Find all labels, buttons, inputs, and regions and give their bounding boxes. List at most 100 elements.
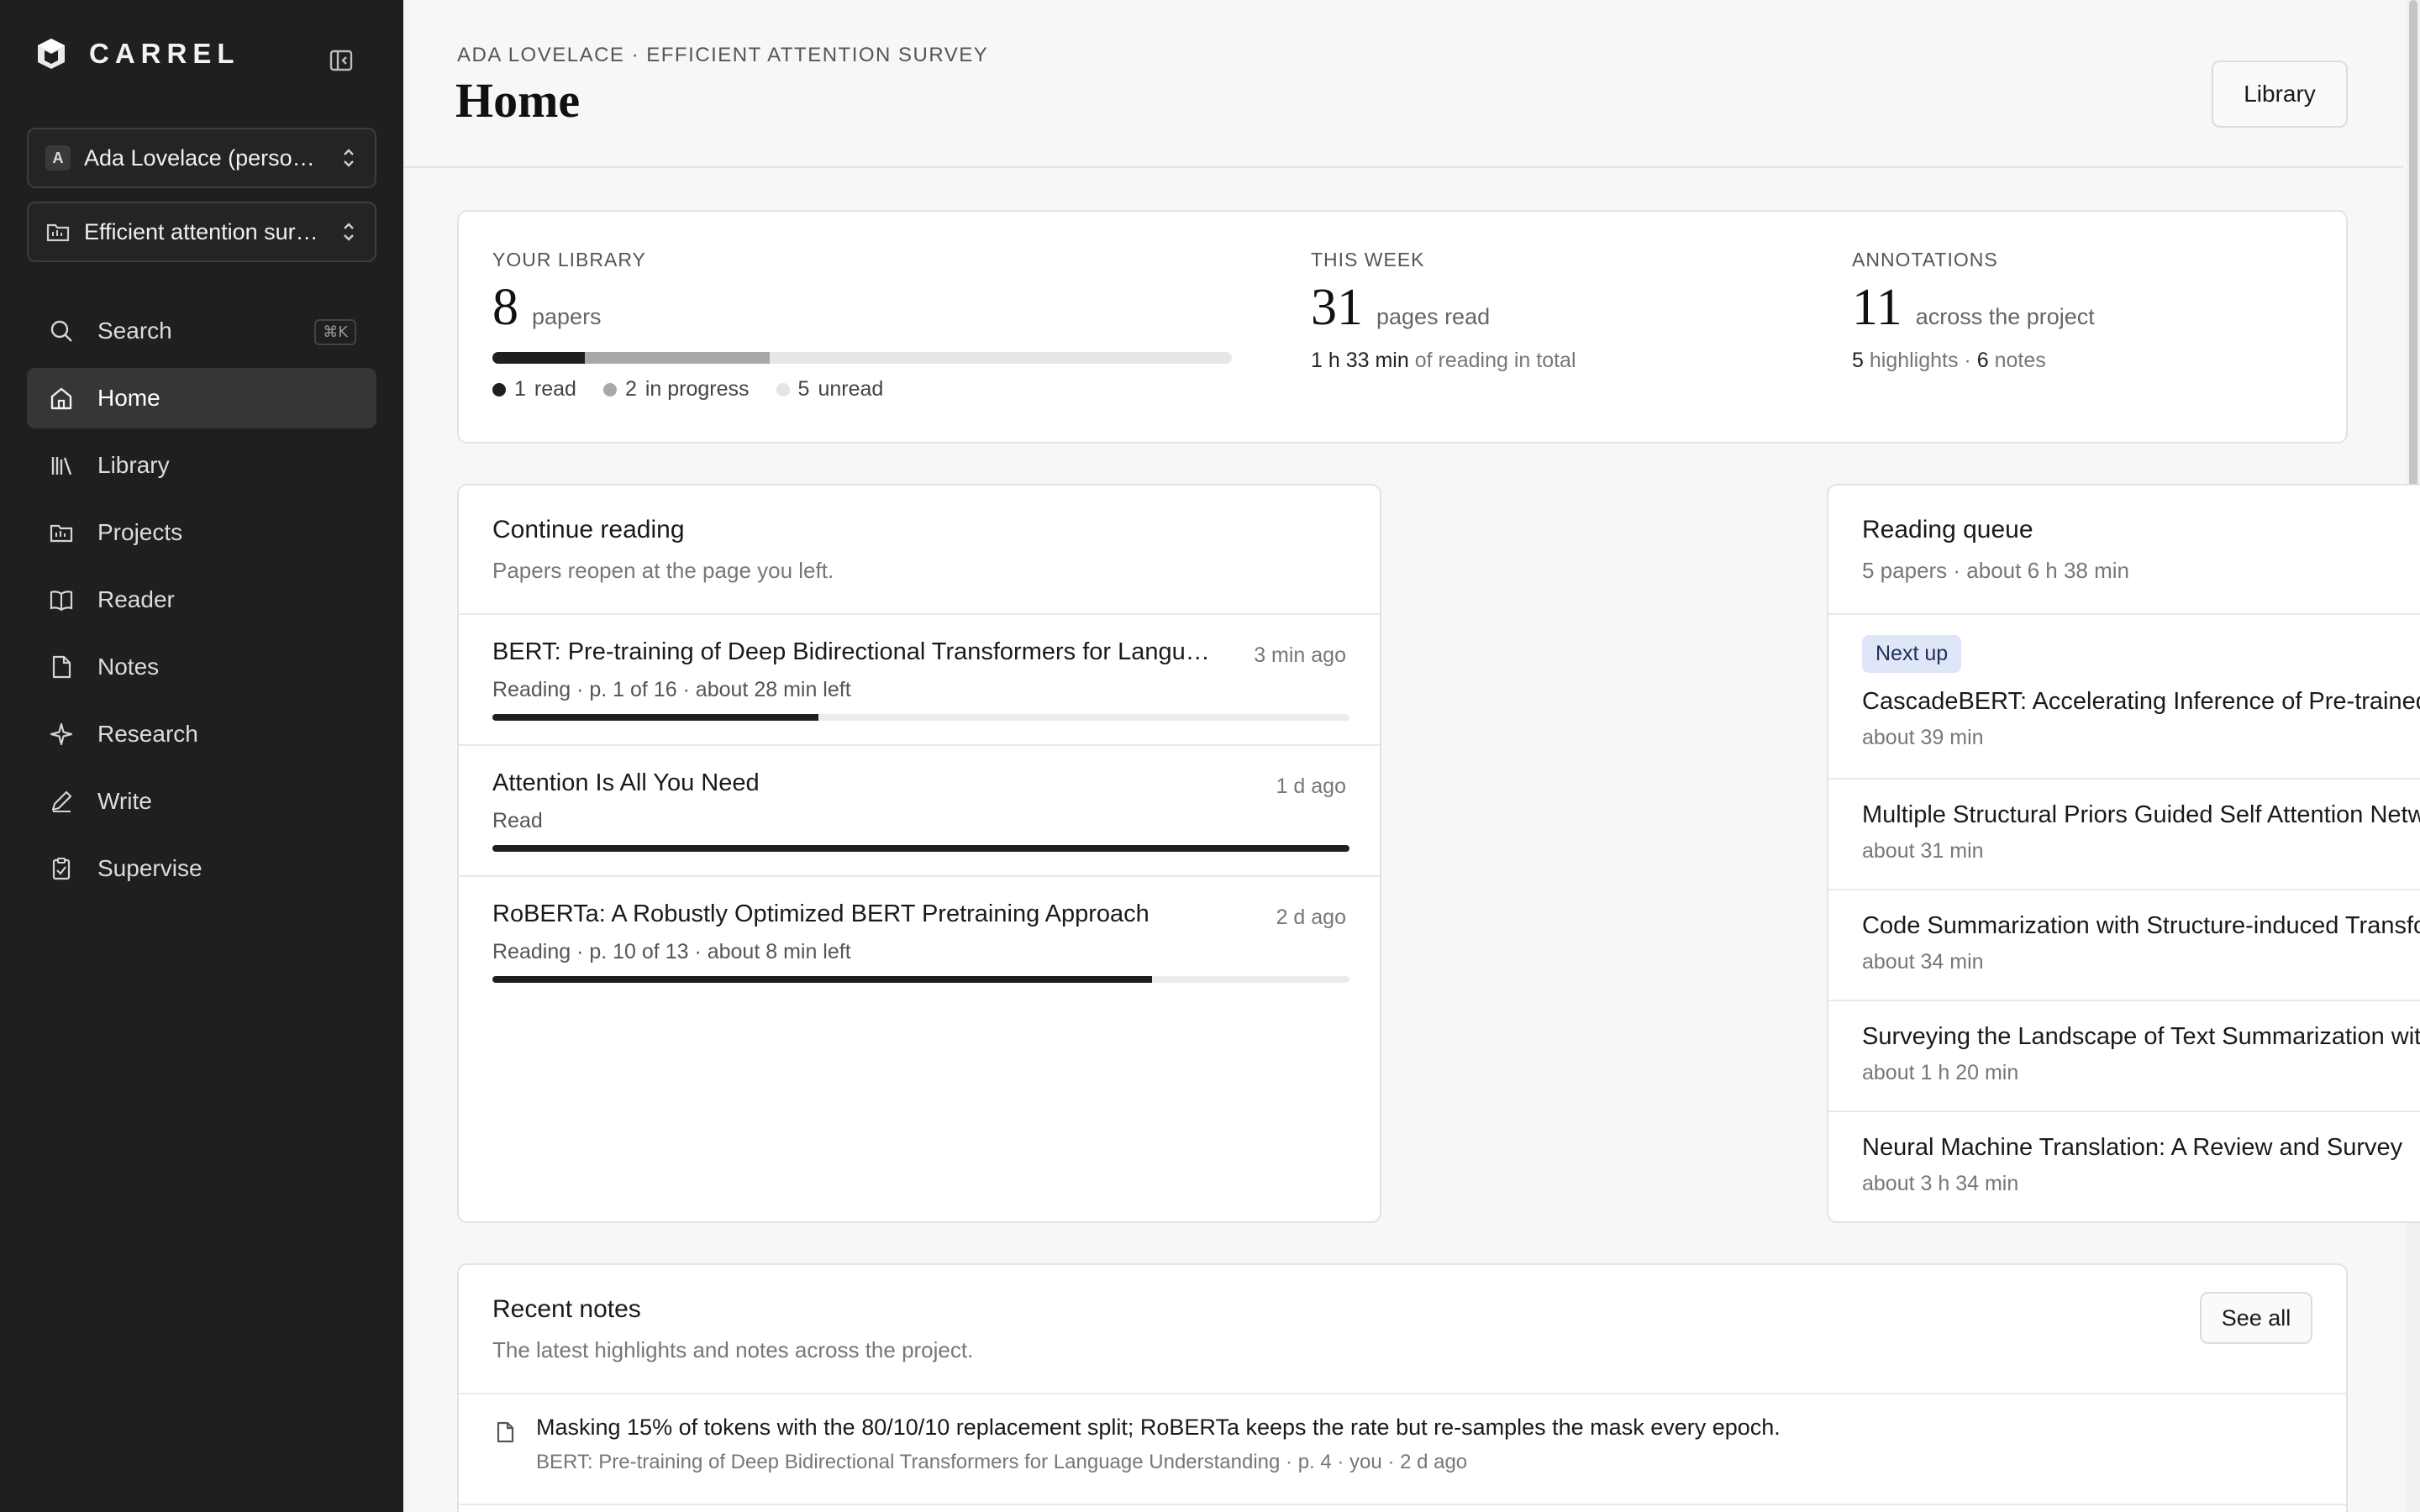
- sidebar-item-label: Projects: [97, 519, 183, 545]
- card-header: Recent notes The latest highlights and n…: [459, 1265, 2346, 1394]
- in-progress-count: 2: [624, 377, 637, 401]
- estimated-time: about 3 h 34 min: [1862, 1172, 2019, 1195]
- reading-status: Read: [492, 809, 543, 832]
- last-opened: 3 min ago: [1254, 643, 1346, 667]
- card-subtitle: The latest highlights and notes across t…: [492, 1337, 974, 1362]
- next-up-badge: Next up: [1862, 635, 1962, 673]
- queue-item[interactable]: Neural Machine Translation: A Review and…: [1828, 1112, 2420, 1223]
- breadcrumb: ADA LOVELACE · EFFICIENT ATTENTION SURVE…: [457, 44, 989, 66]
- card-title: Recent notes: [492, 1295, 641, 1323]
- queue-item[interactable]: Next up CascadeBERT: Accelerating Infere…: [1828, 615, 2420, 780]
- read-dot-icon: [492, 382, 506, 396]
- sidebar-item-home[interactable]: Home: [27, 368, 376, 428]
- paper-title: Multiple Structural Priors Guided Self A…: [1862, 801, 2420, 828]
- stat-label: YOUR LIBRARY: [492, 249, 646, 270]
- library-stat: YOUR LIBRARY 8 papers 1 read 2 in progre…: [492, 249, 1232, 402]
- reading-time: 1 h 33 min of reading in total: [1311, 349, 1576, 373]
- note-meta: BERT: Pre-training of Deep Bidirectional…: [536, 1451, 1468, 1473]
- reading-status: Reading · p. 1 of 16 · about 28 min left: [492, 678, 851, 701]
- in-progress-segment: [585, 352, 770, 364]
- sidebar-item-library[interactable]: Library: [27, 435, 376, 496]
- sidebar-item-label: Research: [97, 721, 198, 747]
- note-icon: [47, 653, 76, 681]
- library-progress-bar: [492, 352, 1232, 364]
- reading-status: Reading · p. 10 of 13 · about 8 min left: [492, 940, 851, 963]
- unread-label: unread: [818, 377, 884, 401]
- workspace-avatar: A: [45, 145, 71, 171]
- annotations-stat: ANNOTATIONS 11 across the project 5 high…: [1852, 249, 2095, 373]
- card-subtitle: 5 papers · about 6 h 38 min: [1862, 558, 2129, 583]
- recent-notes-card: Recent notes The latest highlights and n…: [457, 1263, 2348, 1512]
- paper-title: BERT: Pre-training of Deep Bidirectional…: [492, 638, 1215, 665]
- reading-progress-bar: [492, 845, 1349, 852]
- paper-title: Code Summarization with Structure-induce…: [1862, 912, 2420, 939]
- estimated-time: about 31 min: [1862, 839, 1984, 863]
- reading-progress-fill: [492, 976, 1153, 983]
- sparkle-icon: [47, 720, 76, 748]
- sidebar-item-label: Write: [97, 788, 152, 814]
- book-icon: [47, 585, 76, 614]
- sidebar-item-reader[interactable]: Reader: [27, 570, 376, 630]
- sidebar-nav: Search ⌘K Home Library Projects Reader N…: [27, 301, 376, 906]
- workspace-switcher[interactable]: A Ada Lovelace (personal): [27, 128, 376, 188]
- highlights-count: 5: [1852, 349, 1864, 372]
- see-all-button[interactable]: See all: [2200, 1292, 2312, 1344]
- sidebar-item-search[interactable]: Search ⌘K: [27, 301, 376, 361]
- read-label: read: [534, 377, 576, 401]
- search-icon: [47, 317, 76, 345]
- clipboard-icon: [47, 854, 76, 883]
- notes-label: notes: [1994, 349, 2046, 372]
- sidebar-collapse-icon: [329, 50, 353, 71]
- queue-item[interactable]: Code Summarization with Structure-induce…: [1828, 890, 2420, 1001]
- reading-progress-bar: [492, 714, 1349, 721]
- sidebar-item-label: Notes: [97, 654, 160, 680]
- continue-reading-item[interactable]: Attention Is All You Need 1 d ago Read: [459, 746, 1380, 877]
- highlights-label: highlights ·: [1869, 349, 1971, 372]
- paper-title: Attention Is All You Need: [492, 769, 760, 796]
- stat-label: ANNOTATIONS: [1852, 249, 1998, 270]
- queue-item[interactable]: Surveying the Landscape of Text Summariz…: [1828, 1001, 2420, 1112]
- project-folder-icon: [46, 223, 70, 242]
- queue-item[interactable]: Multiple Structural Priors Guided Self A…: [1828, 780, 2420, 890]
- paper-title: Neural Machine Translation: A Review and…: [1862, 1134, 2403, 1161]
- pages-count: 31: [1311, 279, 1363, 336]
- sidebar-item-supervise[interactable]: Supervise: [27, 838, 376, 899]
- annotations-unit: across the project: [1915, 304, 2095, 329]
- card-title: Reading queue: [1862, 516, 2033, 543]
- home-icon: [47, 384, 76, 412]
- card-header: Reading queue 5 papers · about 6 h 38 mi…: [1828, 486, 2420, 615]
- sidebar-item-notes[interactable]: Notes: [27, 637, 376, 697]
- workspace-label: Ada Lovelace (personal): [84, 144, 326, 171]
- week-stat: THIS WEEK 31 pages read 1 h 33 min of re…: [1311, 249, 1576, 373]
- sidebar-item-research[interactable]: Research: [27, 704, 376, 764]
- estimated-time: about 1 h 20 min: [1862, 1061, 2019, 1084]
- library-icon: [47, 451, 76, 480]
- reading-queue-card: Reading queue 5 papers · about 6 h 38 mi…: [1827, 484, 2420, 1223]
- note-item[interactable]: Masking 15% of tokens with the 80/10/10 …: [459, 1394, 2346, 1505]
- sidebar-item-projects[interactable]: Projects: [27, 502, 376, 563]
- library-button[interactable]: Library: [2212, 60, 2348, 128]
- project-switcher[interactable]: Efficient attention survey: [27, 202, 376, 262]
- estimated-time: about 39 min: [1862, 726, 1984, 749]
- continue-reading-item[interactable]: RoBERTa: A Robustly Optimized BERT Pretr…: [459, 877, 1380, 1008]
- search-shortcut: ⌘K: [314, 319, 356, 345]
- collapse-sidebar-button[interactable]: [326, 45, 356, 76]
- estimated-time: about 34 min: [1862, 950, 1984, 974]
- legend-unread: 5 unread: [776, 377, 884, 402]
- last-opened: 1 d ago: [1276, 774, 1346, 798]
- sidebar-item-write[interactable]: Write: [27, 771, 376, 832]
- continue-reading-item[interactable]: BERT: Pre-training of Deep Bidirectional…: [459, 615, 1380, 746]
- sidebar-item-label: Search: [97, 318, 172, 344]
- folder-icon: [47, 518, 76, 547]
- legend-read: 1 read: [492, 377, 576, 402]
- sidebar-item-label: Home: [97, 385, 160, 411]
- sidebar-item-label: Library: [97, 452, 170, 478]
- page-title: Home: [455, 73, 581, 128]
- reading-progress-fill: [492, 714, 818, 721]
- in-progress-dot-icon: [602, 382, 617, 396]
- brand[interactable]: CARREL: [35, 37, 240, 71]
- annotations-count: 11: [1852, 279, 1902, 336]
- stats-card: YOUR LIBRARY 8 papers 1 read 2 in progre…: [457, 210, 2348, 444]
- library-unit: papers: [532, 304, 602, 329]
- reading-time-value: 1 h 33 min: [1311, 349, 1409, 372]
